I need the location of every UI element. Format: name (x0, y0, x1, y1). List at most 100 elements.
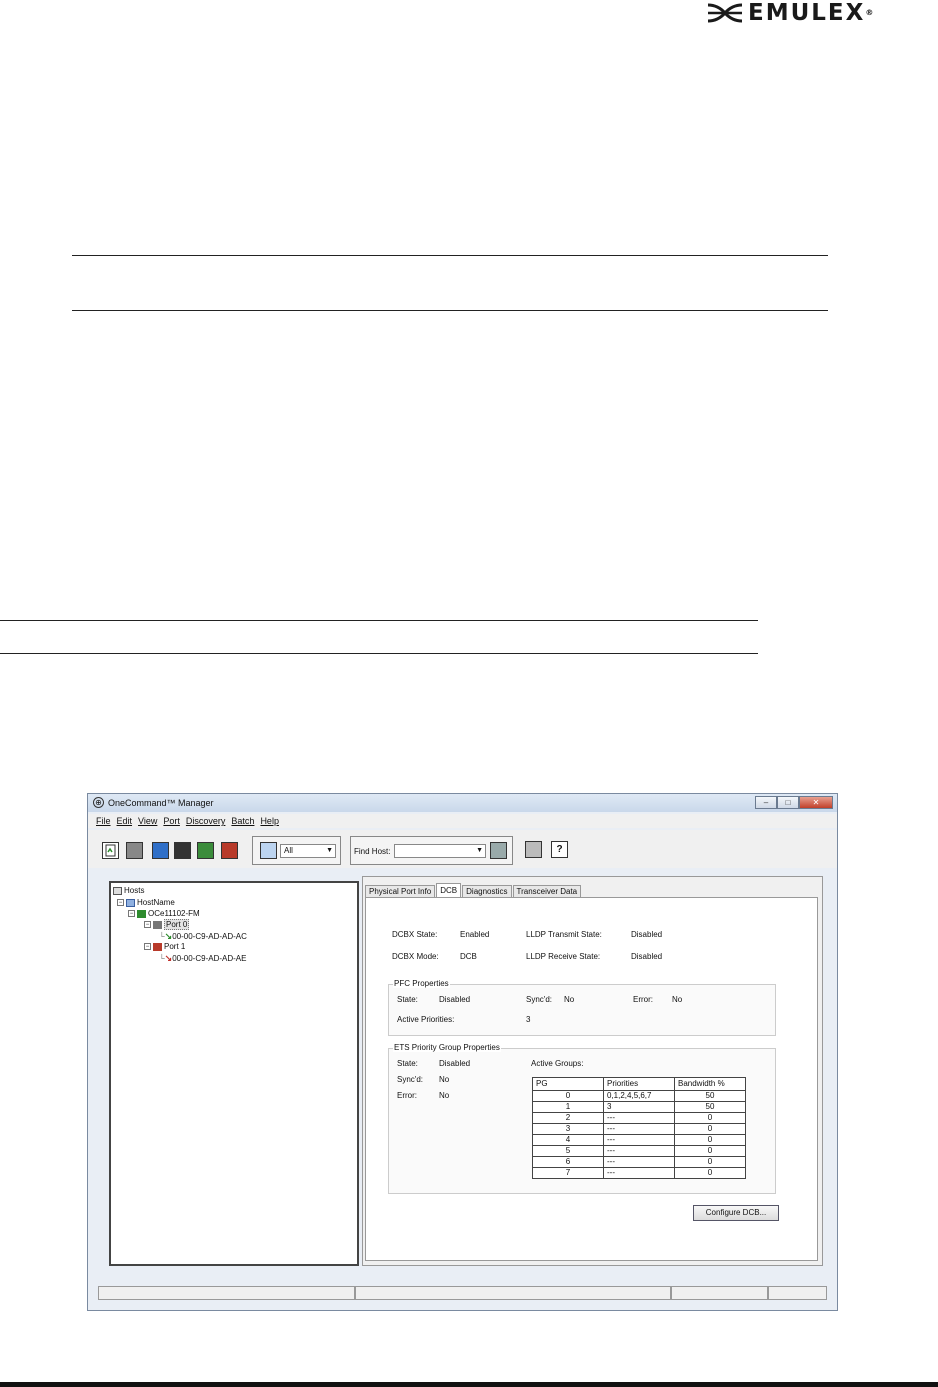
tab-physical-port-info[interactable]: Physical Port Info (365, 885, 436, 897)
pfc-properties-group: PFC Properties State: Disabled Sync'd: N… (388, 979, 776, 1036)
ets-syncd-value: No (439, 1075, 450, 1084)
ets-error-label: Error: (397, 1091, 417, 1100)
pg-cell: 2 (532, 1112, 604, 1124)
table-row[interactable]: 7 --- 0 (532, 1167, 746, 1179)
table-row[interactable]: 6 --- 0 (532, 1156, 746, 1168)
adapter-icon[interactable] (197, 842, 214, 859)
dcbx-mode-label: DCBX Mode: (392, 952, 439, 961)
host-icon (126, 898, 135, 907)
reset-icon[interactable] (221, 842, 238, 859)
priorities-cell: --- (603, 1123, 675, 1135)
virtual-ports-icon[interactable] (174, 842, 191, 859)
tree-label: Port 1 (164, 942, 186, 951)
menu-help[interactable]: Help (260, 814, 279, 828)
tree-node-adapter[interactable]: − OCe11102-FM (128, 909, 200, 919)
divider (72, 255, 828, 256)
find-host-label: Find Host: (354, 847, 391, 856)
pfc-state-value: Disabled (439, 995, 471, 1004)
tree-label: Port 0 (164, 919, 190, 930)
filter-icon[interactable] (260, 842, 277, 859)
active-priorities-value: 3 (526, 1015, 531, 1024)
filter-value: All (284, 846, 293, 855)
priorities-cell: --- (603, 1112, 675, 1124)
title-bar[interactable]: ⊕ OneCommand™ Manager – □ ✕ (88, 794, 837, 812)
help-icon[interactable]: ? (551, 841, 568, 858)
menu-file[interactable]: File (96, 814, 111, 828)
configure-dcb-button[interactable]: Configure DCB... (693, 1205, 779, 1221)
table-row[interactable]: 0 0,1,2,4,5,6,7 50 (532, 1090, 746, 1102)
tree-node-port-1[interactable]: − Port 1 (144, 942, 185, 952)
tree-label: 00-00-C9-AD-AD-AE (172, 954, 247, 963)
active-groups-label: Active Groups: (531, 1059, 584, 1068)
maximize-button[interactable]: □ (777, 796, 799, 809)
chevron-down-icon: ▼ (326, 847, 333, 854)
menu-discovery[interactable]: Discovery (186, 814, 226, 828)
priorities-cell: 0,1,2,4,5,6,7 (603, 1090, 675, 1102)
pg-cell: 4 (532, 1134, 604, 1146)
table-row[interactable]: 4 --- 0 (532, 1134, 746, 1146)
dcbx-state-value: Enabled (460, 930, 490, 939)
tree-node-wwn-1[interactable]: └↘00-00-C9-AD-AD-AE (159, 953, 246, 964)
discovery-tree: Hosts − HostName − OCe11102-FM − Port 0 └↘0… (109, 881, 359, 1266)
status-pane (768, 1286, 827, 1300)
tree-node-port-0[interactable]: − Port 0 (144, 919, 190, 930)
table-row[interactable]: 2 --- 0 (532, 1112, 746, 1124)
find-host-input[interactable]: ▼ (394, 844, 486, 858)
fabric-view-icon[interactable] (152, 842, 169, 859)
pg-cell: 3 (532, 1123, 604, 1135)
menu-batch[interactable]: Batch (231, 814, 254, 828)
refresh-icon[interactable] (102, 842, 119, 859)
tab-dcb[interactable]: DCB (436, 883, 462, 897)
bandwidth-cell: 0 (674, 1156, 746, 1168)
menu-edit[interactable]: Edit (117, 814, 133, 828)
priorities-cell: 3 (603, 1101, 675, 1113)
dcbx-mode-value: DCB (460, 952, 477, 961)
table-row[interactable]: 3 --- 0 (532, 1123, 746, 1135)
pfc-error-label: Error: (633, 995, 653, 1004)
column-header-pg: PG (532, 1077, 604, 1091)
table-row[interactable]: 1 3 50 (532, 1101, 746, 1113)
tree-node-hosts[interactable]: Hosts (113, 886, 144, 896)
filter-select[interactable]: All ▼ (280, 844, 336, 858)
adapter-icon (137, 909, 146, 918)
bandwidth-cell: 0 (674, 1112, 746, 1124)
status-pane (355, 1286, 671, 1300)
tree-label: Hosts (124, 886, 145, 895)
details-panel: Physical Port Info DCB Diagnostics Trans… (362, 876, 823, 1266)
collapse-icon[interactable]: − (117, 899, 124, 907)
menu-port[interactable]: Port (163, 814, 180, 828)
priority-group-table: PG Priorities Bandwidth % 0 0,1,2,4,5,6,… (532, 1077, 746, 1179)
collapse-icon[interactable]: − (144, 943, 151, 951)
close-button[interactable]: ✕ (799, 796, 833, 809)
bandwidth-cell: 0 (674, 1134, 746, 1146)
minimize-button[interactable]: – (755, 796, 777, 809)
discover-icon[interactable] (525, 841, 542, 858)
tab-transceiver-data[interactable]: Transceiver Data (512, 885, 582, 897)
divider (0, 653, 758, 654)
pg-cell: 6 (532, 1156, 604, 1168)
tree-label: HostName (137, 898, 175, 907)
ets-syncd-label: Sync'd: (397, 1075, 423, 1084)
menu-view[interactable]: View (138, 814, 157, 828)
priorities-cell: --- (603, 1145, 675, 1157)
pfc-syncd-value: No (564, 995, 575, 1004)
tree-node-wwn-0[interactable]: └↘00-00-C9-AD-AD-AC (159, 931, 247, 942)
priorities-cell: --- (603, 1167, 675, 1179)
tree-label: 00-00-C9-AD-AD-AC (172, 932, 247, 941)
window-title: OneCommand™ Manager (108, 798, 214, 808)
collapse-icon[interactable]: − (144, 921, 151, 929)
lldp-receive-label: LLDP Receive State: (526, 952, 601, 961)
hosts-view-icon[interactable] (126, 842, 143, 859)
port-icon (153, 920, 162, 929)
hosts-icon (113, 886, 122, 895)
status-bar (98, 1286, 827, 1300)
divider (72, 310, 828, 311)
table-row[interactable]: 5 --- 0 (532, 1145, 746, 1157)
tree-node-host[interactable]: − HostName (117, 898, 175, 908)
tab-diagnostics[interactable]: Diagnostics (462, 885, 512, 897)
collapse-icon[interactable]: − (128, 910, 135, 918)
emulex-logo: EMULEX® (706, 0, 932, 26)
filter-group: All ▼ (252, 836, 341, 865)
find-host-button[interactable] (490, 842, 507, 859)
dcbx-state-label: DCBX State: (392, 930, 438, 939)
